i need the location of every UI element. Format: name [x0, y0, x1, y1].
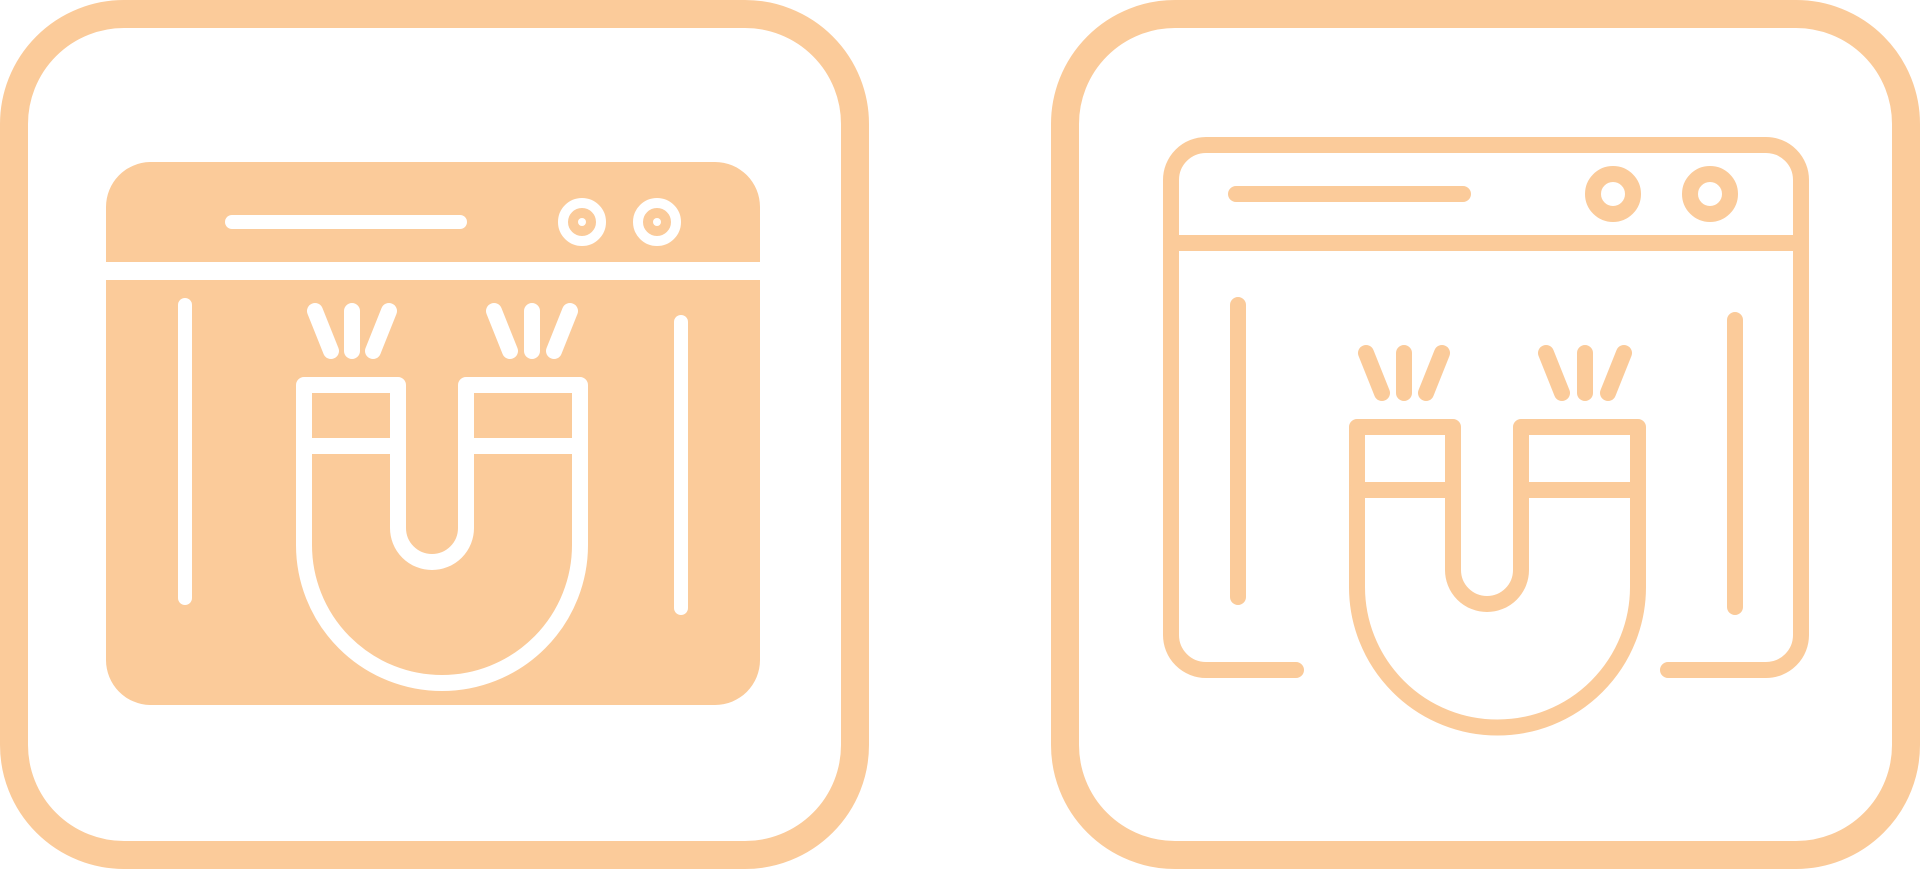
browser-body	[106, 280, 760, 705]
filled-icon-tile	[0, 0, 869, 869]
window-control-icons	[1585, 166, 1738, 222]
icon-pair-canvas	[0, 0, 1920, 869]
browser-window-outline	[1163, 137, 1809, 678]
browser-magnet-outline-icon	[1051, 0, 1920, 869]
magnet-icon	[1349, 345, 1646, 736]
outline-icon-tile	[1051, 0, 1920, 869]
browser-magnet-filled-icon	[0, 0, 869, 869]
browser-title-bar	[106, 162, 760, 262]
